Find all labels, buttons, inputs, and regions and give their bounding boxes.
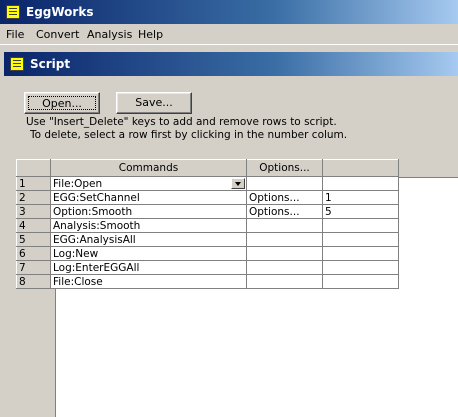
table-row[interactable]: 8 File:Close xyxy=(16,274,399,289)
options-cell[interactable] xyxy=(246,176,323,191)
value-cell[interactable] xyxy=(322,176,399,191)
value-cell[interactable] xyxy=(322,260,399,275)
value-cell[interactable] xyxy=(322,218,399,233)
script-window-title: Script xyxy=(30,57,71,71)
options-header[interactable]: Options... xyxy=(246,159,323,177)
command-cell[interactable]: Option:Smooth xyxy=(50,204,247,219)
hint-select-row: To delete, select a row first by clickin… xyxy=(30,129,348,141)
script-window-icon xyxy=(10,57,24,71)
options-cell[interactable] xyxy=(246,274,323,289)
command-cell[interactable]: EGG:AnalysisAll xyxy=(50,232,247,247)
value-cell[interactable] xyxy=(322,274,399,289)
corner-header xyxy=(16,159,51,177)
table-row[interactable]: 7 Log:EnterEGGAll xyxy=(16,260,399,275)
options-cell[interactable] xyxy=(246,246,323,261)
table-row[interactable]: 1 File:Open xyxy=(16,176,399,191)
script-table: Commands Options... 1 File:Open 2 EGG:Se… xyxy=(16,159,399,289)
hint-insert-delete: Use "Insert_Delete" keys to add and remo… xyxy=(26,116,337,128)
row-number[interactable]: 2 xyxy=(16,190,51,205)
table-row[interactable]: 2 EGG:SetChannel Options... 1 xyxy=(16,190,399,205)
table-row[interactable]: 3 Option:Smooth Options... 5 xyxy=(16,204,399,219)
value-cell[interactable]: 5 xyxy=(322,204,399,219)
menu-analysis[interactable]: Analysis xyxy=(87,28,132,41)
options-cell[interactable] xyxy=(246,218,323,233)
app-titlebar: EggWorks xyxy=(0,0,458,24)
app-title: EggWorks xyxy=(26,5,94,19)
row-number[interactable]: 3 xyxy=(16,204,51,219)
value-cell[interactable]: 1 xyxy=(322,190,399,205)
commands-header[interactable]: Commands xyxy=(50,159,247,177)
row-number[interactable]: 1 xyxy=(16,176,51,191)
row-number[interactable]: 6 xyxy=(16,246,51,261)
options-cell[interactable]: Options... xyxy=(246,204,323,219)
app-icon xyxy=(6,5,20,19)
menu-help[interactable]: Help xyxy=(138,28,163,41)
script-grid[interactable]: Commands Options... 1 File:Open 2 EGG:Se… xyxy=(16,159,458,417)
table-row[interactable]: 6 Log:New xyxy=(16,246,399,261)
chevron-down-icon[interactable] xyxy=(231,178,245,189)
save-button[interactable]: Save... xyxy=(116,92,192,114)
command-cell[interactable]: Log:New xyxy=(50,246,247,261)
command-cell[interactable]: Log:EnterEGGAll xyxy=(50,260,247,275)
options-cell[interactable]: Options... xyxy=(246,190,323,205)
table-row[interactable]: 5 EGG:AnalysisAll xyxy=(16,232,399,247)
options-cell[interactable] xyxy=(246,260,323,275)
menu-file[interactable]: File xyxy=(6,28,24,41)
value-cell[interactable] xyxy=(322,232,399,247)
row-number[interactable]: 8 xyxy=(16,274,51,289)
script-window: Open... Save... Use "Insert_Delete" keys… xyxy=(4,76,458,417)
menu-convert[interactable]: Convert xyxy=(36,28,80,41)
command-text: File:Open xyxy=(53,177,103,190)
row-number[interactable]: 5 xyxy=(16,232,51,247)
script-window-titlebar: Script xyxy=(4,52,458,76)
options-cell[interactable] xyxy=(246,232,323,247)
value-header[interactable] xyxy=(322,159,399,177)
command-cell[interactable]: Analysis:Smooth xyxy=(50,218,247,233)
open-button-label: Open... xyxy=(28,96,96,110)
value-cell[interactable] xyxy=(322,246,399,261)
command-cell[interactable]: File:Close xyxy=(50,274,247,289)
command-cell[interactable]: EGG:SetChannel xyxy=(50,190,247,205)
row-number[interactable]: 7 xyxy=(16,260,51,275)
menubar: File Convert Analysis Help xyxy=(0,24,458,45)
command-cell[interactable]: File:Open xyxy=(50,176,247,191)
table-row[interactable]: 4 Analysis:Smooth xyxy=(16,218,399,233)
open-button[interactable]: Open... xyxy=(24,92,100,114)
row-number[interactable]: 4 xyxy=(16,218,51,233)
